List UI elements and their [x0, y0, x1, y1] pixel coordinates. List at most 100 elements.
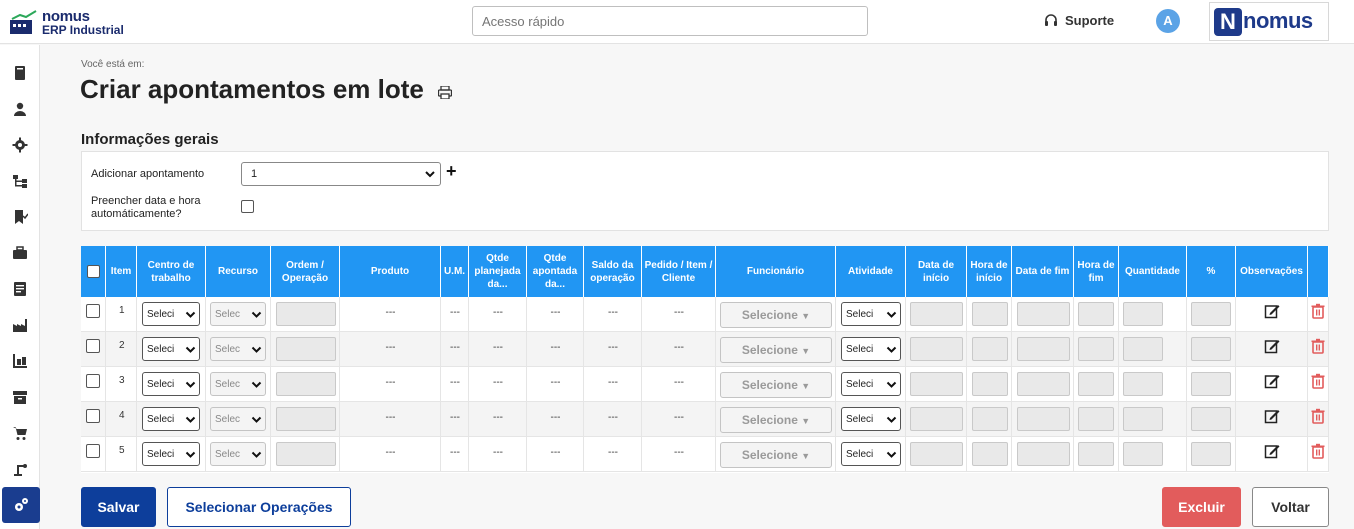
order-operation-field[interactable] [276, 337, 336, 361]
save-button[interactable]: Salvar [81, 487, 156, 527]
employee-select[interactable]: Selecione ▼ [720, 302, 832, 328]
print-icon[interactable] [438, 86, 452, 99]
quantity-field[interactable] [1123, 302, 1163, 326]
start-time-field[interactable] [972, 337, 1008, 361]
order-operation-field[interactable] [276, 372, 336, 396]
sidebar-item-robot[interactable] [0, 451, 40, 487]
add-entry-plus-button[interactable]: + [446, 161, 457, 182]
sidebar-item-cart[interactable] [0, 415, 40, 451]
row-checkbox[interactable] [86, 409, 100, 423]
activity-select[interactable]: Seleci [841, 407, 901, 431]
sidebar-item-document[interactable] [0, 271, 40, 307]
employee-select[interactable]: Selecione ▼ [720, 372, 832, 398]
employee-select[interactable]: Selecione ▼ [720, 407, 832, 433]
activity-select[interactable]: Seleci [841, 372, 901, 396]
row-checkbox[interactable] [86, 444, 100, 458]
edit-icon[interactable] [1264, 338, 1280, 354]
end-date-field[interactable] [1017, 337, 1070, 361]
sidebar-item-inventory[interactable] [0, 343, 40, 379]
start-time-field[interactable] [972, 442, 1008, 466]
employee-select[interactable]: Selecione ▼ [720, 337, 832, 363]
trash-icon[interactable] [1310, 338, 1326, 354]
work-center-select[interactable]: Seleci [142, 337, 200, 361]
add-entry-select[interactable]: 1 [241, 162, 441, 186]
sidebar-item-archive[interactable] [0, 379, 40, 415]
sidebar-item-user[interactable] [0, 91, 40, 127]
end-date-field[interactable] [1017, 407, 1070, 431]
end-date-field[interactable] [1017, 302, 1070, 326]
start-time-field[interactable] [972, 372, 1008, 396]
select-all-checkbox[interactable] [86, 265, 100, 278]
start-date-field[interactable] [910, 302, 963, 326]
back-button[interactable]: Voltar [1252, 487, 1329, 527]
start-date-field[interactable] [910, 372, 963, 396]
sidebar-item-hierarchy[interactable] [0, 163, 40, 199]
app-logo[interactable]: nomus ERP Industrial [10, 6, 130, 38]
edit-icon[interactable] [1264, 443, 1280, 459]
caret-down-icon: ▼ [801, 311, 811, 321]
resource-select[interactable]: Selec [210, 302, 266, 326]
order-operation-field[interactable] [276, 442, 336, 466]
inventory-icon [13, 354, 27, 368]
end-time-field[interactable] [1078, 442, 1114, 466]
resource-select[interactable]: Selec [210, 407, 266, 431]
row-checkbox[interactable] [86, 374, 100, 388]
autofill-checkbox[interactable] [241, 200, 254, 213]
start-date-field[interactable] [910, 442, 963, 466]
user-avatar[interactable]: A [1156, 9, 1180, 33]
end-time-field[interactable] [1078, 302, 1114, 326]
start-time-field[interactable] [972, 407, 1008, 431]
order-operation-field[interactable] [276, 302, 336, 326]
gears-icon [15, 498, 28, 511]
activity-select[interactable]: Seleci [841, 302, 901, 326]
end-time-field[interactable] [1078, 407, 1114, 431]
edit-icon[interactable] [1264, 408, 1280, 424]
percent-field[interactable] [1191, 302, 1231, 326]
end-time-field[interactable] [1078, 372, 1114, 396]
work-center-select[interactable]: Seleci [142, 442, 200, 466]
start-date-field[interactable] [910, 337, 963, 361]
resource-select[interactable]: Selec [210, 442, 266, 466]
trash-icon[interactable] [1310, 408, 1326, 424]
percent-field[interactable] [1191, 337, 1231, 361]
row-checkbox[interactable] [86, 339, 100, 353]
work-center-select[interactable]: Seleci [142, 372, 200, 396]
percent-field[interactable] [1191, 372, 1231, 396]
activity-select[interactable]: Seleci [841, 337, 901, 361]
start-time-field[interactable] [972, 302, 1008, 326]
end-date-field[interactable] [1017, 372, 1070, 396]
end-time-field[interactable] [1078, 337, 1114, 361]
row-checkbox[interactable] [86, 304, 100, 318]
sidebar-item-book[interactable] [0, 55, 40, 91]
edit-icon[interactable] [1264, 373, 1280, 389]
quantity-field[interactable] [1123, 407, 1163, 431]
work-center-select[interactable]: Seleci [142, 407, 200, 431]
column-header-check[interactable] [81, 246, 106, 297]
trash-icon[interactable] [1310, 373, 1326, 389]
sidebar-item-settings[interactable] [0, 127, 40, 163]
delete-button[interactable]: Excluir [1162, 487, 1241, 527]
quick-access-input[interactable] [472, 6, 868, 36]
activity-select[interactable]: Seleci [841, 442, 901, 466]
percent-field[interactable] [1191, 407, 1231, 431]
sidebar-item-bookmark[interactable] [0, 199, 40, 235]
percent-field[interactable] [1191, 442, 1231, 466]
support-link[interactable]: Suporte [1044, 13, 1114, 28]
edit-icon[interactable] [1264, 303, 1280, 319]
end-date-field[interactable] [1017, 442, 1070, 466]
employee-select[interactable]: Selecione ▼ [720, 442, 832, 468]
work-center-select[interactable]: Seleci [142, 302, 200, 326]
trash-icon[interactable] [1310, 303, 1326, 319]
quantity-field[interactable] [1123, 337, 1163, 361]
quantity-field[interactable] [1123, 442, 1163, 466]
select-operations-button[interactable]: Selecionar Operações [167, 487, 351, 527]
resource-select[interactable]: Selec [210, 337, 266, 361]
sidebar-item-factory[interactable] [0, 307, 40, 343]
sidebar-item-operations[interactable] [2, 487, 40, 523]
quantity-field[interactable] [1123, 372, 1163, 396]
trash-icon[interactable] [1310, 443, 1326, 459]
order-operation-field[interactable] [276, 407, 336, 431]
resource-select[interactable]: Selec [210, 372, 266, 396]
sidebar-item-briefcase[interactable] [0, 235, 40, 271]
start-date-field[interactable] [910, 407, 963, 431]
